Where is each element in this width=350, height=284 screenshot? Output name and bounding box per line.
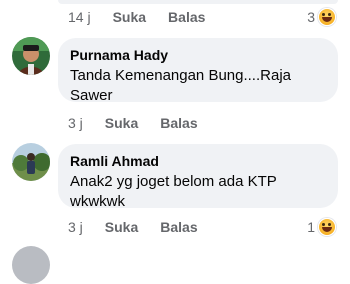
- comment-timestamp[interactable]: 3 j: [68, 219, 83, 235]
- comment-bubble: Ramli Ahmad Anak2 yg joget belom ada KTP…: [58, 144, 338, 210]
- comment-text-line: Sawer: [70, 87, 113, 104]
- comment-actions: 3 j Suka Balas: [68, 219, 198, 235]
- reply-button[interactable]: Balas: [160, 115, 197, 131]
- comment-text-line: Tanda Kemenangan Bung....Raja: [70, 67, 291, 84]
- avatar[interactable]: [12, 143, 50, 181]
- avatar-photo: [12, 143, 50, 181]
- reaction-summary[interactable]: 1: [307, 218, 336, 236]
- comment-bubble: Purnama Hady Tanda Kemenangan Bung....Ra…: [58, 38, 338, 104]
- reply-button[interactable]: Balas: [168, 9, 205, 25]
- reply-button[interactable]: Balas: [160, 219, 197, 235]
- comment-text-line: Anak2 yg joget belom ada KTP: [70, 173, 277, 190]
- comment-actions: 3 j Suka Balas: [68, 115, 198, 131]
- comment-actions: 14 j Suka Balas: [68, 9, 205, 25]
- like-button[interactable]: Suka: [105, 115, 138, 131]
- comment-timestamp[interactable]: 14 j: [68, 9, 91, 25]
- haha-emoji-icon: [318, 218, 336, 236]
- next-avatar-edge: [12, 246, 50, 284]
- reaction-count: 3: [307, 9, 315, 25]
- commenter-name[interactable]: Ramli Ahmad: [70, 152, 326, 170]
- avatar[interactable]: [12, 37, 50, 75]
- reaction-count: 1: [307, 219, 315, 235]
- previous-comment-bubble-edge: [58, 0, 338, 4]
- comment-text-line: wkwkwk: [70, 193, 125, 210]
- like-button[interactable]: Suka: [113, 9, 146, 25]
- like-button[interactable]: Suka: [105, 219, 138, 235]
- comment-timestamp[interactable]: 3 j: [68, 115, 83, 131]
- haha-emoji-icon: [318, 8, 336, 26]
- reaction-summary[interactable]: 3: [307, 8, 336, 26]
- avatar-photo: [12, 37, 50, 75]
- commenter-name[interactable]: Purnama Hady: [70, 46, 326, 64]
